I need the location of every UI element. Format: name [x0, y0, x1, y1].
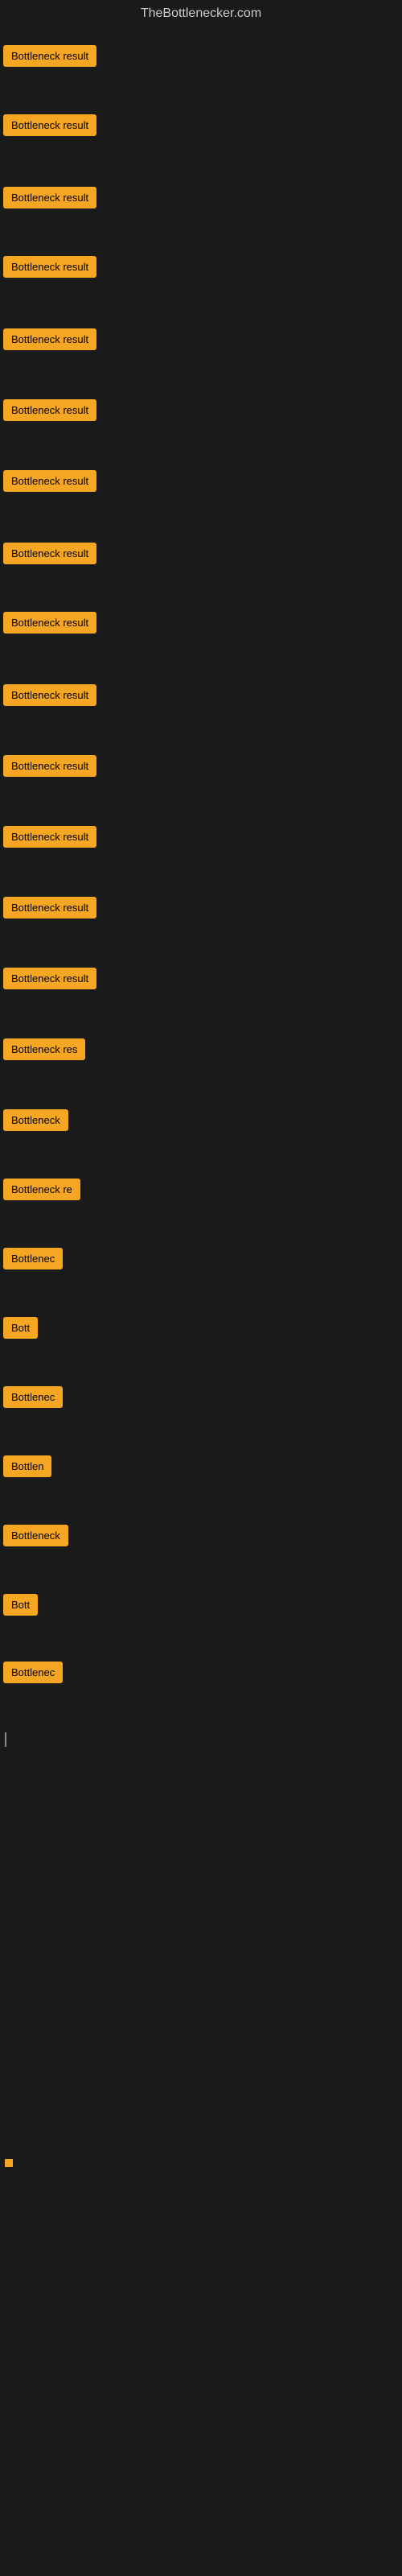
bottleneck-badge: Bottleneck result	[3, 826, 96, 848]
bottleneck-badge: Bottlen	[3, 1455, 51, 1477]
site-title: TheBottlenecker.com	[0, 0, 402, 27]
bottleneck-badge: Bottlenec	[3, 1662, 63, 1683]
list-item: Bottleneck result	[3, 755, 96, 777]
bottleneck-badge: Bottlenec	[3, 1248, 63, 1269]
bottleneck-badge: Bottleneck result	[3, 543, 96, 564]
list-item: Bottleneck result	[3, 114, 96, 136]
bottleneck-badge: Bottleneck re	[3, 1179, 80, 1200]
list-item: Bottleneck result	[3, 256, 96, 278]
list-item: Bottleneck result	[3, 968, 96, 989]
bottleneck-badge: Bottleneck result	[3, 612, 96, 634]
list-item: Bottleneck result	[3, 612, 96, 634]
list-item: Bottleneck result	[3, 399, 96, 421]
list-item: Bottleneck result	[3, 543, 96, 564]
bottleneck-badge: Bottleneck result	[3, 470, 96, 492]
list-item: Bottleneck result	[3, 470, 96, 492]
list-item: Bottleneck result	[3, 684, 96, 706]
list-item: Bottleneck result	[3, 826, 96, 848]
small-indicator	[5, 2159, 13, 2167]
bottleneck-badge: Bottleneck result	[3, 45, 96, 67]
bottleneck-badge: Bottleneck result	[3, 187, 96, 208]
list-item: Bottlenec	[3, 1662, 63, 1687]
bottleneck-badge: Bott	[3, 1317, 38, 1339]
list-item: Bottleneck result	[3, 328, 96, 350]
bottleneck-badge: Bottleneck res	[3, 1038, 85, 1060]
bottleneck-badge: Bottleneck result	[3, 256, 96, 278]
list-item: Bottleneck result	[3, 897, 96, 919]
list-item: Bottlen	[3, 1455, 51, 1481]
bottleneck-badge: Bottleneck result	[3, 328, 96, 350]
bottleneck-badge: Bottleneck result	[3, 968, 96, 989]
list-item: Bottleneck	[3, 1525, 68, 1550]
bottleneck-badge: Bottlenec	[3, 1386, 63, 1408]
list-item: Bottlenec	[3, 1386, 63, 1412]
list-item: Bottleneck result	[3, 187, 96, 208]
list-item: Bottleneck re	[3, 1179, 80, 1204]
bottleneck-badge: Bottleneck result	[3, 684, 96, 706]
bottleneck-badge: Bottleneck result	[3, 897, 96, 919]
bottleneck-badge: Bott	[3, 1594, 38, 1616]
list-item: Bott	[3, 1317, 38, 1343]
cursor-indicator	[5, 1732, 6, 1747]
page-wrapper: TheBottlenecker.com Bottleneck result Bo…	[0, 0, 402, 2576]
list-item: Bottlenec	[3, 1248, 63, 1274]
list-item: Bottleneck	[3, 1109, 68, 1135]
bottleneck-badge: Bottleneck	[3, 1109, 68, 1131]
bottleneck-badge: Bottleneck	[3, 1525, 68, 1546]
bottleneck-badge: Bottleneck result	[3, 755, 96, 777]
list-item: Bottleneck result	[3, 45, 96, 67]
bottleneck-badge: Bottleneck result	[3, 399, 96, 421]
bottleneck-badge: Bottleneck result	[3, 114, 96, 136]
list-item: Bottleneck res	[3, 1038, 85, 1064]
list-item: Bott	[3, 1594, 38, 1620]
